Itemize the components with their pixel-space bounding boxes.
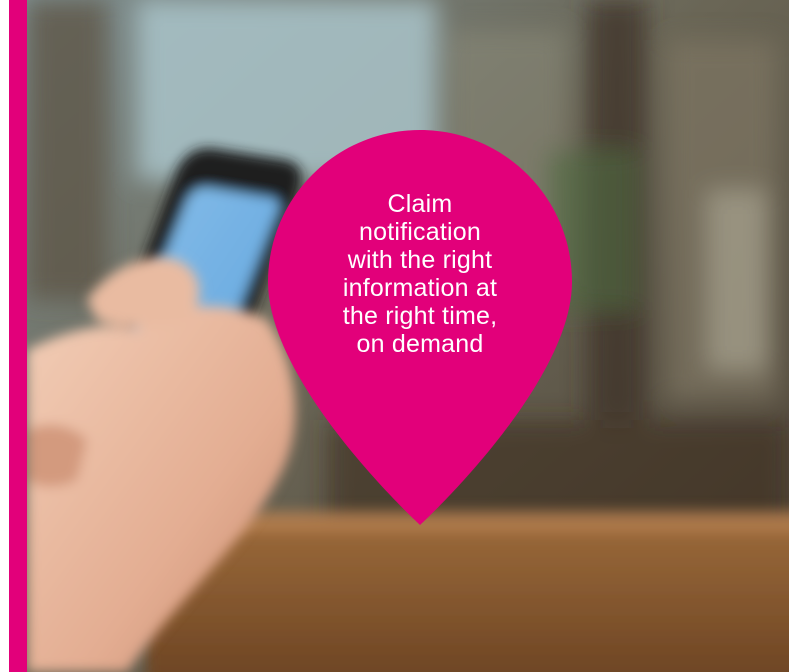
callout-line: notification (359, 218, 481, 246)
callout-line: information at (342, 274, 498, 302)
callout-bubble: Claim notification with the right inform… (268, 130, 572, 525)
callout-line: the right time, (342, 302, 498, 330)
promo-graphic: Claim notification with the right inform… (0, 0, 789, 672)
accent-bar (9, 0, 27, 672)
callout-text: Claim notification with the right inform… (290, 190, 550, 358)
callout-line: with the right (347, 246, 493, 274)
callout-line: Claim (387, 190, 453, 218)
callout-line: on demand (356, 330, 484, 358)
